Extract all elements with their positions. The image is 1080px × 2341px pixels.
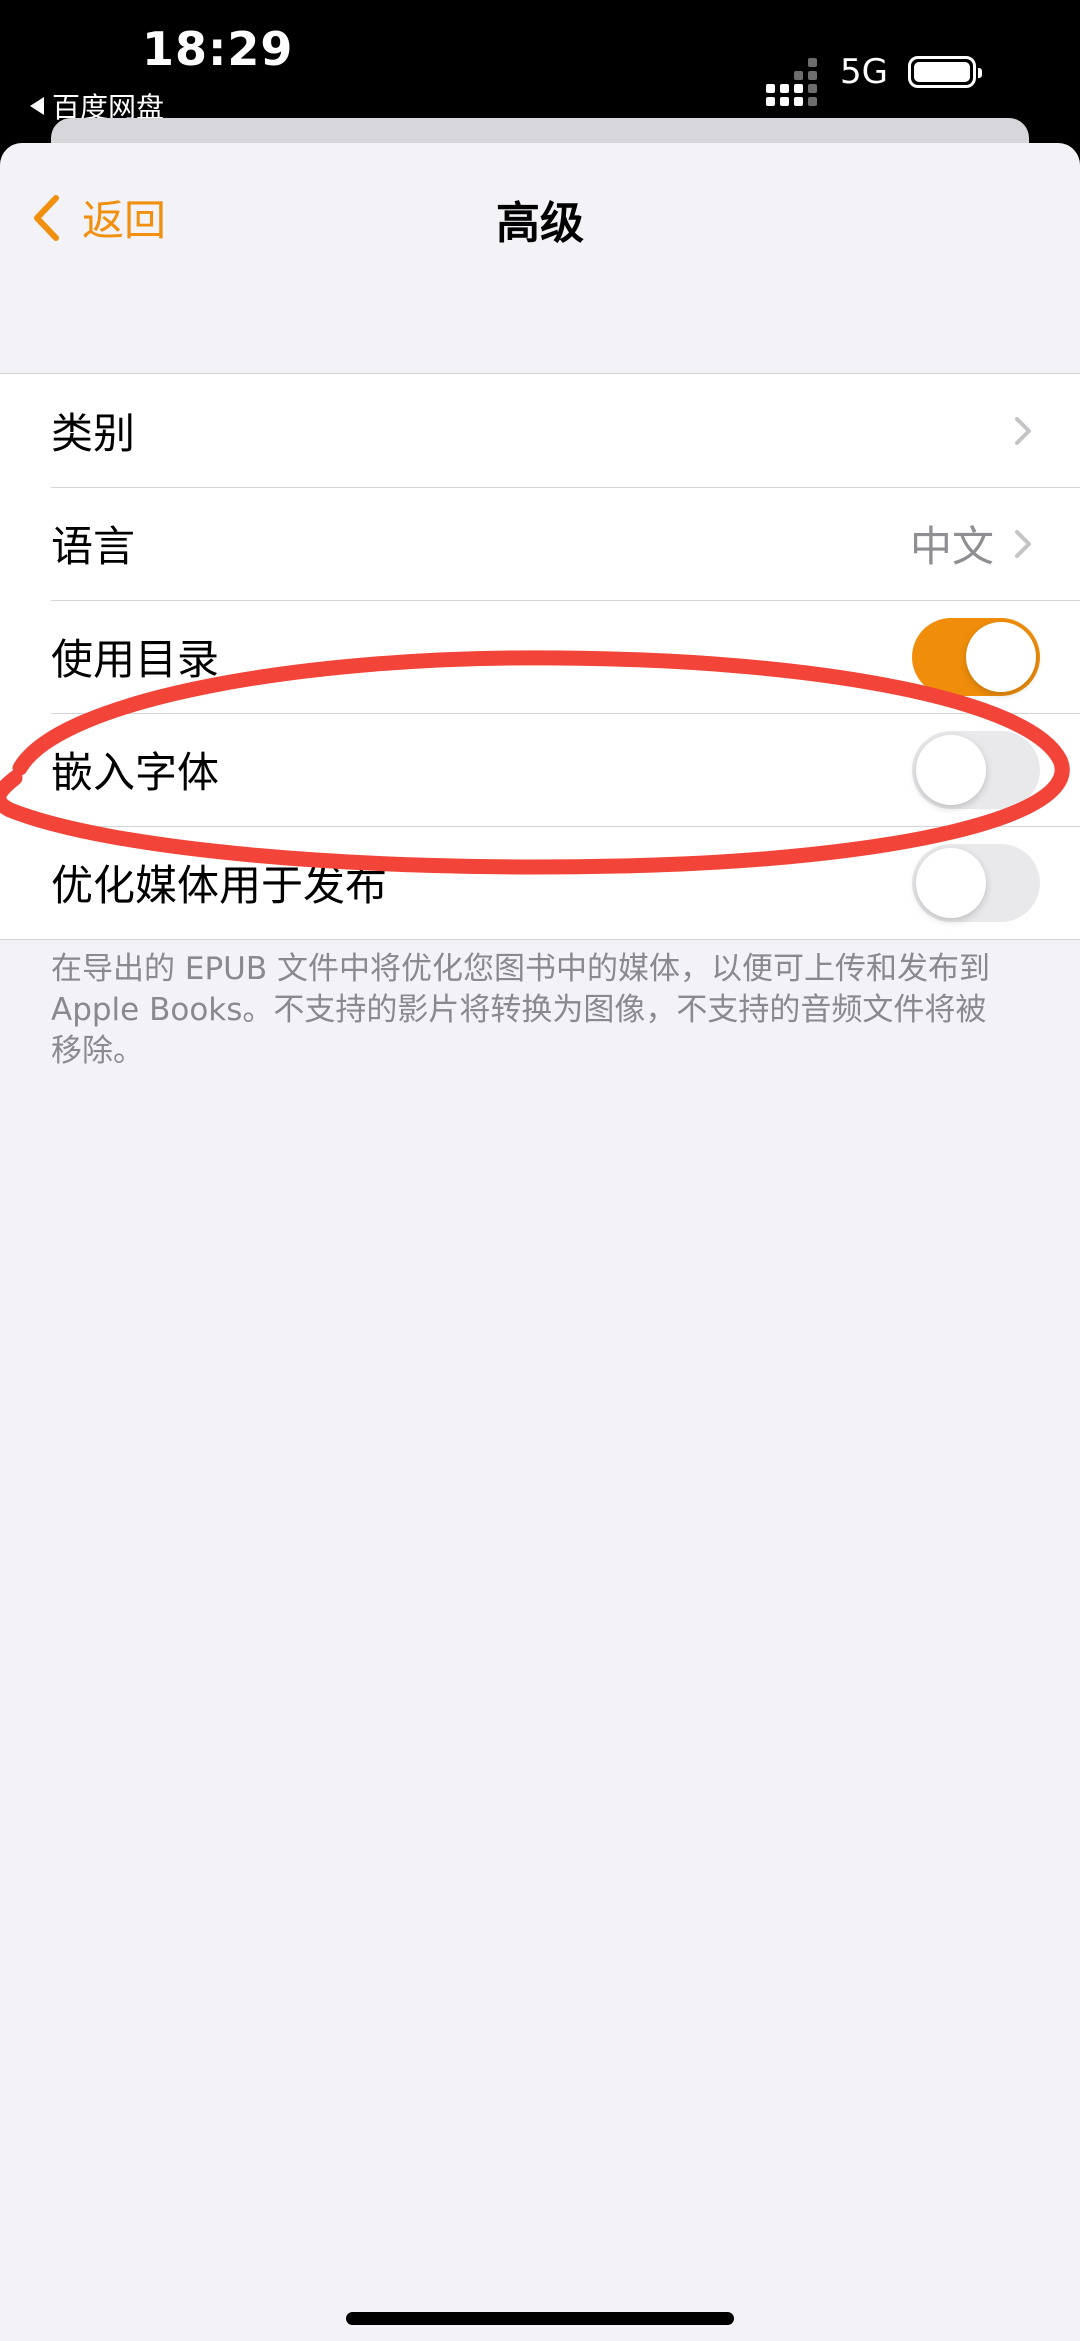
row-label: 类别 [51, 409, 136, 458]
settings-group: 类别 语言 中文 使用目录 嵌入字体 优化媒体用于发布 [0, 373, 1080, 940]
row-label: 使用目录 [51, 635, 220, 684]
row-optimize-media: 优化媒体用于发布 [0, 826, 1080, 939]
embed-fonts-toggle[interactable] [912, 730, 1040, 809]
chevron-right-icon [1015, 529, 1031, 558]
language-value: 中文 [909, 522, 994, 571]
settings-sheet: 返回 高级 类别 语言 中文 使用目录 嵌入字体 优化媒体用于发布 在导出的 E… [0, 143, 1080, 2341]
row-label: 优化媒体用于发布 [51, 861, 388, 910]
home-indicator [346, 2312, 734, 2325]
navigation-bar: 返回 高级 [0, 143, 1080, 283]
row-category[interactable]: 类别 [0, 374, 1080, 487]
cellular-signal-icon [766, 58, 817, 106]
row-label: 嵌入字体 [51, 748, 220, 797]
optimize-media-toggle[interactable] [912, 843, 1040, 922]
back-triangle-icon [30, 97, 44, 115]
row-embed-fonts: 嵌入字体 [0, 713, 1080, 826]
network-type-label: 5G [840, 52, 888, 92]
status-time: 18:29 [142, 22, 294, 76]
footnote-text: 在导出的 EPUB 文件中将优化您图书中的媒体，以便可上传和发布到 Apple … [51, 951, 990, 1069]
row-label: 语言 [51, 522, 136, 571]
battery-icon [908, 56, 982, 88]
chevron-right-icon [1015, 416, 1031, 445]
row-language[interactable]: 语言 中文 [0, 487, 1080, 600]
page-title: 高级 [496, 198, 584, 249]
use-toc-toggle[interactable] [912, 617, 1040, 696]
row-use-toc: 使用目录 [0, 600, 1080, 713]
